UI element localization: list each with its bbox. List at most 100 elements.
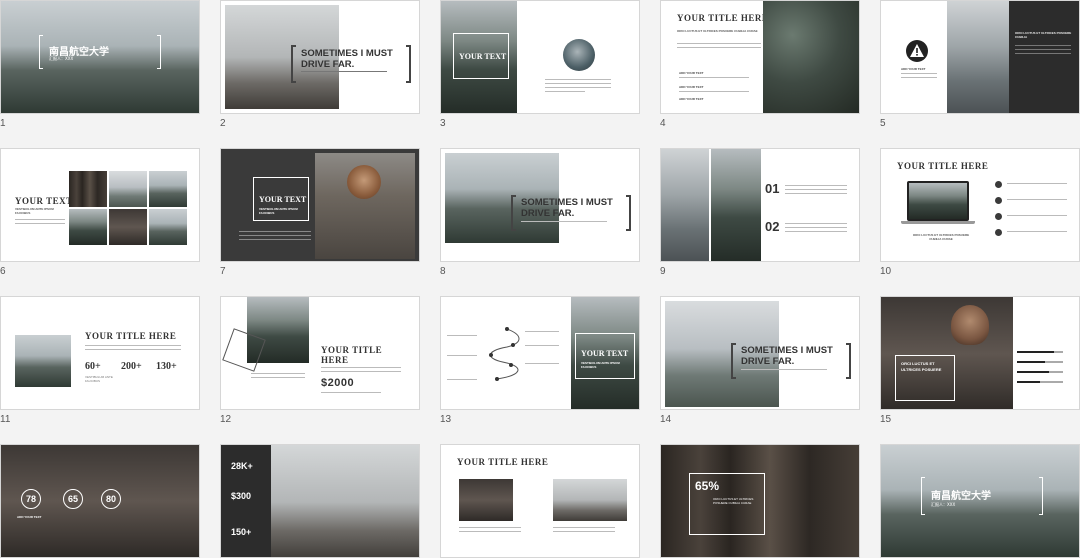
slide-number: 12 bbox=[220, 414, 232, 425]
slide-18-canvas: YOUR TITLE HERE bbox=[440, 444, 640, 558]
slide-9-num-1: 01 bbox=[765, 181, 780, 196]
slide-3-box-text: YOUR TEXT bbox=[459, 52, 507, 61]
grid-photo bbox=[69, 171, 107, 207]
text-line bbox=[679, 91, 749, 92]
slide-17-canvas: 28K+ $300 150+ bbox=[220, 444, 420, 558]
slide-thumbnail-grid: 南昌航空大学 汇报人：XXX 1 SOMETIMES I MUST DRIVE … bbox=[0, 0, 1080, 558]
bullet-icon bbox=[995, 229, 1002, 236]
slide-5-canvas: ADD YOUR TEXT ORCI LUCTUS ET ULTRICES PO… bbox=[880, 0, 1080, 114]
text-line bbox=[1007, 215, 1067, 216]
succulent-photo bbox=[763, 1, 859, 113]
slide-10-title: YOUR TITLE HERE bbox=[897, 161, 989, 171]
person-face bbox=[951, 305, 989, 345]
slide-14-canvas: SOMETIMES I MUST DRIVE FAR. bbox=[660, 296, 860, 410]
laptop-base bbox=[901, 221, 975, 224]
slide-17-stat-2: $300 bbox=[231, 491, 252, 501]
text-line bbox=[679, 77, 749, 78]
text-line bbox=[785, 231, 847, 232]
text-line bbox=[785, 227, 847, 228]
text-line bbox=[1007, 183, 1067, 184]
slide-4-subtitle: ORCI LUCTUS ET ULTRICES POSUERE CUBILIA … bbox=[677, 29, 758, 33]
slide-20-canvas: 南昌航空大学 汇报人：XXX bbox=[880, 444, 1080, 558]
slide-4-item-2: ADD YOUR TEXT bbox=[679, 85, 704, 89]
text-line bbox=[85, 349, 181, 350]
slide-10-caption: ORCI LUCTUS ET ULTRICES POSUERE CUBILIA … bbox=[912, 233, 970, 241]
bracket-left bbox=[291, 45, 296, 83]
divider bbox=[301, 71, 387, 72]
dark-panel bbox=[1009, 1, 1079, 113]
car-photo bbox=[553, 479, 627, 521]
slide-10-canvas: YOUR TITLE HERE ORCI LUCTUS ET ULTRICES … bbox=[880, 148, 1080, 262]
bracket-left bbox=[921, 477, 925, 515]
slide-17-stat-1: 28K+ bbox=[231, 461, 253, 471]
text-line bbox=[525, 345, 559, 346]
slide-7-box-title: YOUR TEXT bbox=[259, 195, 307, 204]
slide-number: 3 bbox=[440, 118, 446, 129]
slide-9-canvas: 01 02 bbox=[660, 148, 860, 262]
text-line bbox=[785, 193, 847, 194]
slide-7-box-subtitle: VESTIBULUM ANTE IPSUM FAUCIBUS bbox=[259, 207, 298, 215]
slide-4-item-3: ADD YOUR TEXT bbox=[679, 97, 704, 101]
text-line bbox=[1007, 199, 1067, 200]
slide-17-stat-3: 150+ bbox=[231, 527, 252, 537]
slide-4-title: YOUR TITLE HERE bbox=[677, 13, 769, 23]
slide-15-box-title: ORCI LUCTUS ET ULTRICES POSUERE bbox=[901, 361, 942, 372]
text-line bbox=[545, 87, 611, 88]
text-line bbox=[251, 377, 305, 378]
text-line bbox=[785, 185, 847, 186]
slide-number: 11 bbox=[0, 414, 11, 425]
warning-icon bbox=[906, 40, 928, 62]
slide-16-label: ADD YOUR TEXT bbox=[17, 515, 42, 519]
text-line bbox=[85, 345, 181, 346]
bracket-right bbox=[1039, 477, 1043, 515]
slide-9-num-2: 02 bbox=[765, 219, 780, 234]
text-line bbox=[459, 527, 521, 528]
text-line bbox=[545, 83, 611, 84]
beach-photo bbox=[661, 149, 709, 261]
slide-16-canvas: 78 65 80 ADD YOUR TEXT bbox=[0, 444, 200, 558]
slide-number: 15 bbox=[880, 414, 892, 425]
text-line bbox=[525, 363, 559, 364]
bullet-icon bbox=[995, 197, 1002, 204]
slide-11-title: YOUR TITLE HERE bbox=[85, 331, 177, 341]
progress-bar bbox=[1017, 381, 1063, 383]
slide-5-right-title: ORCI LUCTUS ET ULTRICES POSUERE CUBILIA bbox=[1015, 31, 1072, 39]
text-line bbox=[741, 369, 827, 370]
progress-bar bbox=[1017, 351, 1063, 353]
text-line bbox=[545, 79, 611, 80]
slide-number: 1 bbox=[0, 118, 6, 129]
slide-20-subtitle: 汇报人：XXX bbox=[931, 502, 956, 507]
slide-6-canvas: YOUR TEXT VESTIBULUM ANTE IPSUM FAUCIBUS bbox=[0, 148, 200, 262]
text-line bbox=[901, 77, 937, 78]
slide-number: 8 bbox=[440, 266, 446, 277]
slide-20-title: 南昌航空大学 bbox=[931, 491, 991, 502]
text-line bbox=[1015, 45, 1071, 46]
bracket-left bbox=[731, 343, 736, 379]
text-line bbox=[15, 219, 65, 220]
slide-11-stat-2: 200+ bbox=[121, 361, 142, 372]
text-line bbox=[553, 531, 615, 532]
beach-photo bbox=[947, 1, 1009, 113]
text-line bbox=[447, 379, 477, 380]
slide-12-price: $2000 bbox=[321, 377, 355, 389]
slide-1-canvas: 南昌航空大学 汇报人：XXX bbox=[0, 0, 200, 114]
slide-number: 7 bbox=[220, 266, 226, 277]
slide-8-title-line2: DRIVE FAR. bbox=[521, 208, 575, 219]
text-line bbox=[1015, 53, 1071, 54]
slide-11-stat-3: 130+ bbox=[156, 361, 177, 372]
road-photo bbox=[271, 445, 419, 557]
bracket-left bbox=[39, 35, 43, 69]
text-line bbox=[15, 223, 65, 224]
progress-bar bbox=[1017, 361, 1063, 363]
bullet-icon bbox=[995, 213, 1002, 220]
text-line bbox=[525, 331, 559, 332]
slide-19-subtitle: ORCI LUCTUS ET ULTRICES POSUERE CUBILIA … bbox=[713, 497, 754, 505]
slide-2-title-line1: SOMETIMES I MUST bbox=[301, 48, 393, 59]
text-line bbox=[447, 335, 477, 336]
bracket-right bbox=[406, 45, 411, 83]
slide-6-title: YOUR TEXT bbox=[15, 196, 73, 206]
mountain-photo bbox=[15, 335, 71, 387]
motorcycle-photo bbox=[459, 479, 513, 521]
text-line bbox=[553, 527, 615, 528]
bracket-right bbox=[846, 343, 851, 379]
